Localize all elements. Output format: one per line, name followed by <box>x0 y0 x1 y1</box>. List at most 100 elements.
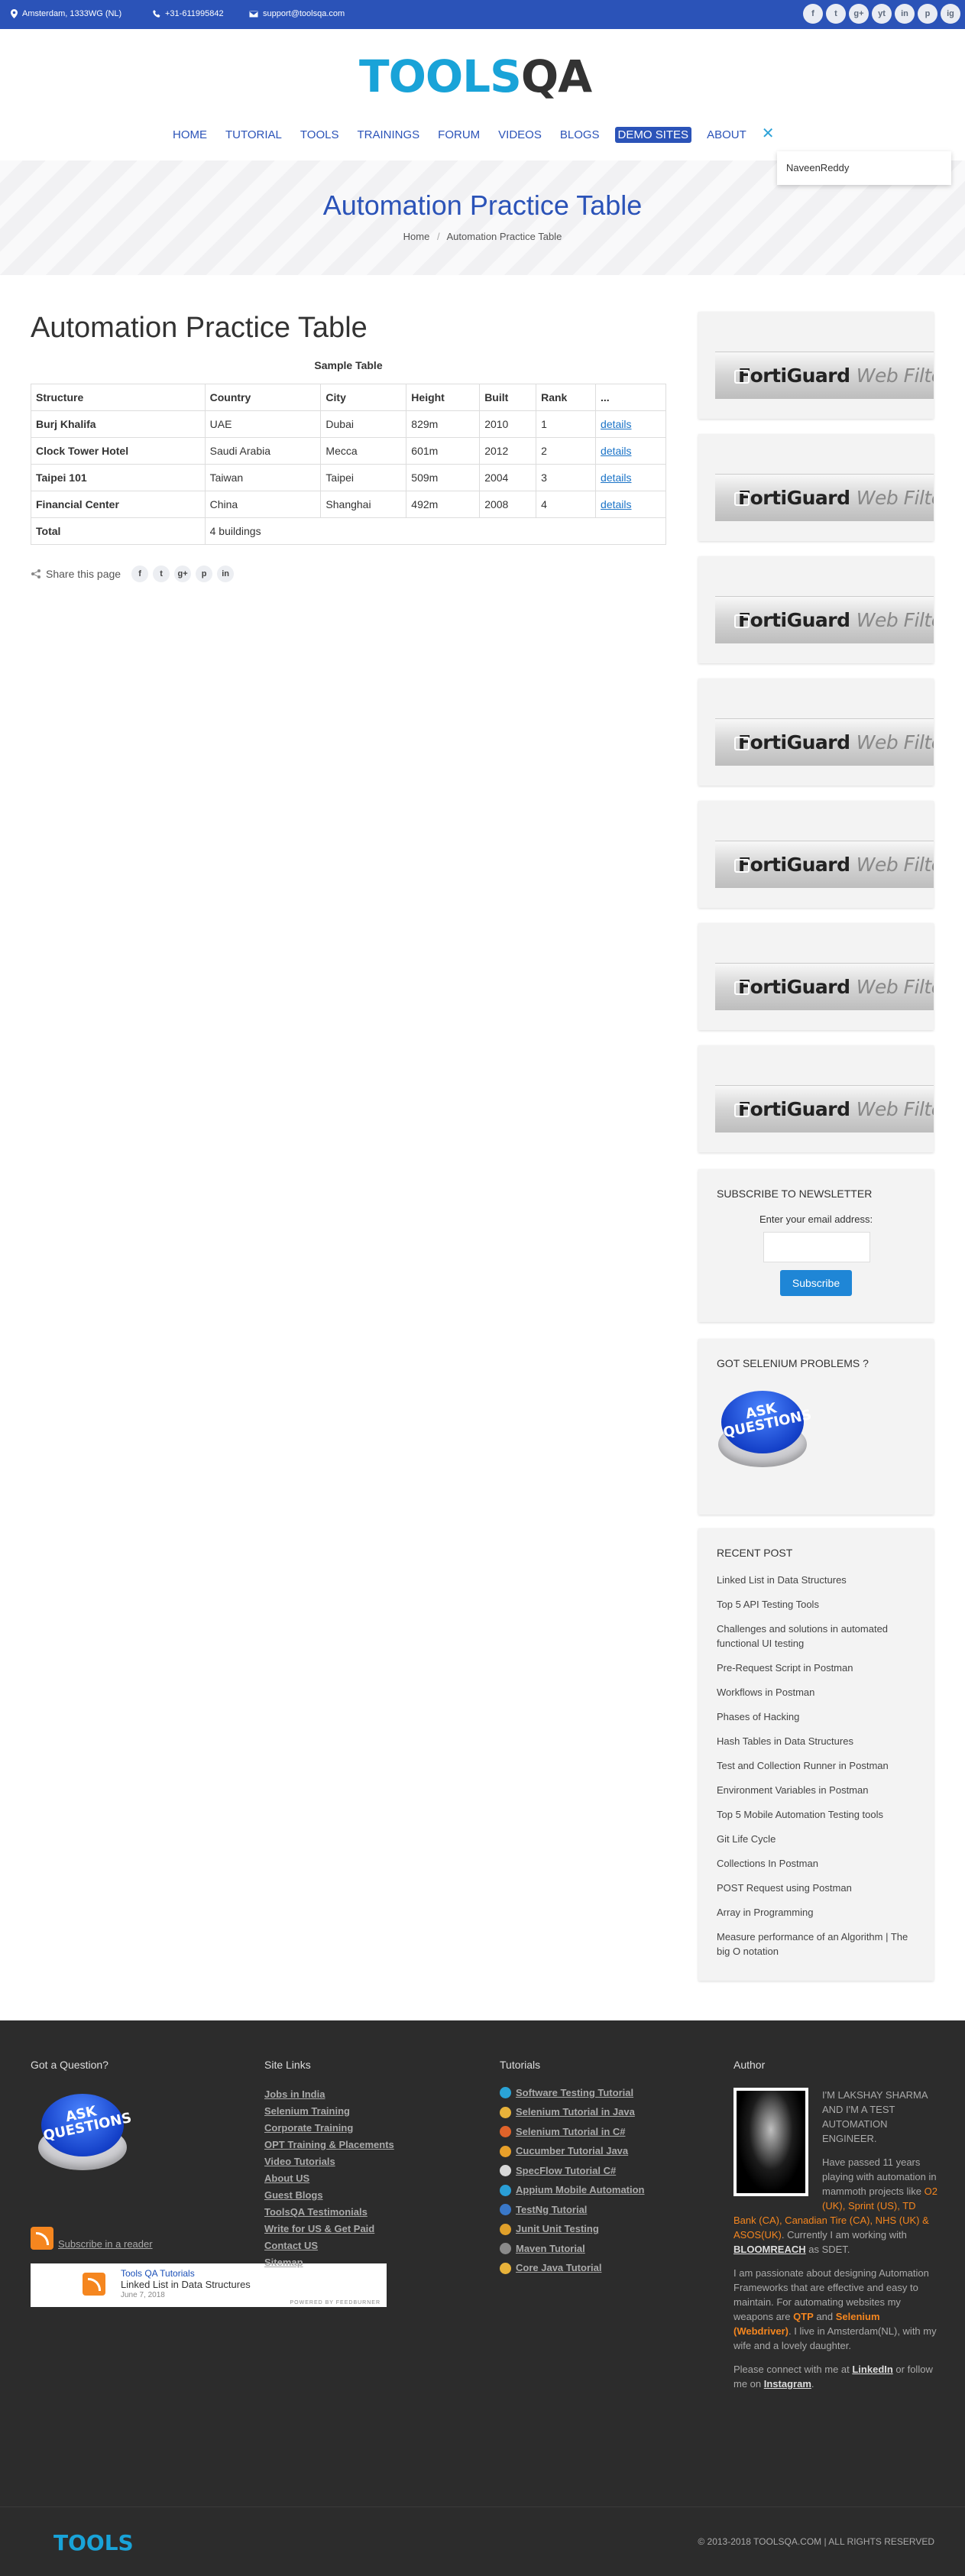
feed-headline[interactable]: Linked List in Data Structures <box>121 2279 251 2290</box>
recent-post-link[interactable]: Hash Tables in Data Structures <box>717 1734 923 1748</box>
email-text[interactable]: support@toolsqa.com <box>263 9 345 18</box>
ad-brand: FortiGuard Web Filtering <box>738 609 934 631</box>
tutorial-link[interactable]: Junit Unit Testing <box>516 2221 599 2237</box>
youtube-icon[interactable]: yt <box>872 4 892 24</box>
ad-brand: FortiGuard Web Filtering <box>738 1098 934 1120</box>
sidebar-ad[interactable]: FortiGuard Web Filtering <box>698 679 934 786</box>
footer-link[interactable]: Corporate Training <box>264 2122 353 2134</box>
footer-link[interactable]: Sitemap <box>264 2257 303 2268</box>
sidebar-ad[interactable]: FortiGuard Web Filtering <box>698 556 934 663</box>
tutorial-link[interactable]: Software Testing Tutorial <box>516 2085 633 2101</box>
subscribe-button[interactable]: Subscribe <box>780 1270 852 1296</box>
nav-tools[interactable]: TOOLS <box>291 127 348 143</box>
sidebar-ad[interactable]: FortiGuard Web Filtering <box>698 923 934 1030</box>
tutorials-list: Software Testing Tutorial Selenium Tutor… <box>500 2083 645 2278</box>
footer-link[interactable]: ToolsQA Testimonials <box>264 2206 368 2218</box>
details-link[interactable]: details <box>601 418 631 430</box>
user-dropdown[interactable]: NaveenReddy <box>777 151 951 185</box>
ask-questions-button[interactable]: ASK QUESTIONS <box>715 1386 813 1472</box>
linkedin-link[interactable]: LinkedIn <box>852 2364 892 2375</box>
recent-post-link[interactable]: Git Life Cycle <box>717 1832 923 1846</box>
tutorial-link[interactable]: Appium Mobile Automation <box>516 2182 645 2199</box>
share-google-plus-icon[interactable]: g+ <box>174 565 192 582</box>
recent-post-link[interactable]: Test and Collection Runner in Postman <box>717 1758 923 1773</box>
nav-about[interactable]: ABOUT <box>698 127 756 143</box>
ad-brand: FortiGuard Web Filtering <box>738 976 934 998</box>
footer-link[interactable]: Contact US <box>264 2240 318 2251</box>
rss-link[interactable]: Subscribe in a reader <box>58 2238 153 2250</box>
cell-city: Mecca <box>320 437 407 465</box>
details-link[interactable]: details <box>601 445 631 457</box>
sidebar-ad[interactable]: FortiGuard Web Filtering <box>698 312 934 419</box>
header-rank: Rank <box>536 384 597 411</box>
rss-subscribe[interactable]: Subscribe in a reader <box>31 2227 153 2250</box>
nav-blogs[interactable]: BLOGS <box>551 127 609 143</box>
nav-trainings[interactable]: TRAININGS <box>348 127 429 143</box>
instagram-link[interactable]: Instagram <box>764 2378 811 2390</box>
mail-icon <box>249 10 258 18</box>
share-twitter-icon[interactable]: t <box>153 565 170 582</box>
pinterest-icon[interactable]: p <box>918 4 937 24</box>
share-label: Share this page <box>46 568 121 580</box>
footer-link[interactable]: Guest Blogs <box>264 2189 323 2201</box>
recent-post-link[interactable]: Environment Variables in Postman <box>717 1783 923 1797</box>
nav-home[interactable]: HOME <box>164 127 216 143</box>
instagram-icon[interactable]: ig <box>941 4 960 24</box>
tutorial-link[interactable]: SpecFlow Tutorial C# <box>516 2163 616 2179</box>
sidebar-ad[interactable]: FortiGuard Web Filtering <box>698 434 934 541</box>
close-icon[interactable]: ✕ <box>756 126 781 143</box>
recent-post-link[interactable]: Phases of Hacking <box>717 1709 923 1724</box>
cell-country: China <box>204 491 322 518</box>
share-icon <box>31 569 40 578</box>
details-link[interactable]: details <box>601 471 631 484</box>
user-name[interactable]: NaveenReddy <box>786 162 849 173</box>
facebook-icon[interactable]: f <box>803 4 823 24</box>
footer-link[interactable]: Write for US & Get Paid <box>264 2223 374 2234</box>
footer-link[interactable]: Video Tutorials <box>264 2156 335 2167</box>
footer-link[interactable]: Jobs in India <box>264 2088 325 2100</box>
tutorial-link[interactable]: Maven Tutorial <box>516 2241 585 2257</box>
site-logo[interactable]: TOOLS QA <box>359 47 611 105</box>
recent-post-link[interactable]: Challenges and solutions in automated fu… <box>717 1622 923 1651</box>
share-facebook-icon[interactable]: f <box>131 565 149 582</box>
nav-demo-sites[interactable]: DEMO SITES <box>614 127 692 143</box>
tutorial-link[interactable]: Selenium Tutorial in Java <box>516 2104 635 2121</box>
share-pinterest-icon[interactable]: p <box>196 565 213 582</box>
recent-post-link[interactable]: Top 5 API Testing Tools <box>717 1597 923 1612</box>
footer-link[interactable]: About US <box>264 2173 309 2184</box>
footer-link[interactable]: OPT Training & Placements <box>264 2139 394 2150</box>
tutorial-icon <box>500 2165 511 2177</box>
breadcrumb-home[interactable]: Home <box>403 231 430 242</box>
cell-details: details <box>595 464 666 491</box>
google-plus-icon[interactable]: g+ <box>849 4 869 24</box>
recent-post-link[interactable]: Linked List in Data Structures <box>717 1573 923 1587</box>
phone-text[interactable]: +31-611995842 <box>165 9 224 18</box>
recent-post-link[interactable]: Collections In Postman <box>717 1856 923 1871</box>
feed-source[interactable]: Tools QA Tutorials <box>121 2268 195 2279</box>
recent-post-link[interactable]: Array in Programming <box>717 1905 923 1920</box>
details-link[interactable]: details <box>601 498 631 510</box>
recent-post-link[interactable]: Top 5 Mobile Automation Testing tools <box>717 1807 923 1822</box>
cell-built: 2004 <box>479 464 537 491</box>
recent-post-link[interactable]: POST Request using Postman <box>717 1881 923 1895</box>
recent-post-link[interactable]: Pre-Request Script in Postman <box>717 1661 923 1675</box>
linkedin-icon[interactable]: in <box>895 4 915 24</box>
banner-title: Automation Practice Table <box>322 190 643 221</box>
tutorial-link[interactable]: Selenium Tutorial in C# <box>516 2124 626 2140</box>
nav-forum[interactable]: FORUM <box>429 127 489 143</box>
share-linkedin-icon[interactable]: in <box>217 565 235 582</box>
footer-link[interactable]: Selenium Training <box>264 2105 350 2117</box>
recent-post-link[interactable]: Workflows in Postman <box>717 1685 923 1700</box>
twitter-icon[interactable]: t <box>826 4 846 24</box>
footer-logo[interactable]: TOOLS <box>53 2530 134 2555</box>
tutorial-link[interactable]: Cucumber Tutorial Java <box>516 2143 628 2160</box>
tutorial-link[interactable]: TestNg Tutorial <box>516 2202 587 2218</box>
footer-ask-questions-button[interactable]: ASK QUESTIONS <box>35 2089 133 2175</box>
tutorial-link[interactable]: Core Java Tutorial <box>516 2260 601 2276</box>
sidebar-ad[interactable]: FortiGuard Web Filtering <box>698 801 934 908</box>
nav-tutorial[interactable]: TUTORIAL <box>216 127 291 143</box>
recent-post-link[interactable]: Measure performance of an Algorithm | Th… <box>717 1930 923 1959</box>
nav-videos[interactable]: VIDEOS <box>489 127 551 143</box>
email-field[interactable] <box>763 1232 870 1262</box>
sidebar-ad[interactable]: FortiGuard Web Filtering <box>698 1045 934 1152</box>
